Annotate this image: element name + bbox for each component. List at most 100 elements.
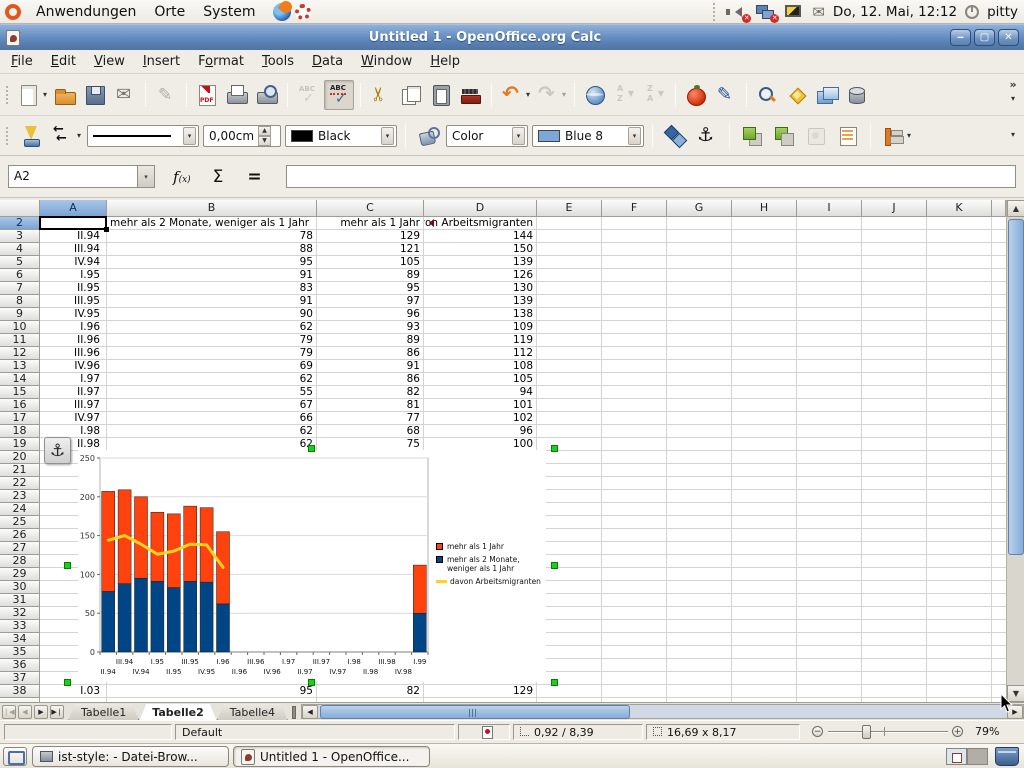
- task-button-2[interactable]: Untitled 1 - OpenOffice...: [233, 746, 430, 767]
- cell-D15[interactable]: 94: [424, 386, 536, 399]
- column-header-A[interactable]: A: [40, 200, 107, 217]
- save-button[interactable]: [81, 81, 109, 109]
- selection-handle[interactable]: [64, 679, 71, 686]
- rotate-button[interactable]: [661, 122, 689, 150]
- minimize-button[interactable]: ‒: [950, 29, 971, 46]
- zoom-slider-track[interactable]: [828, 731, 948, 733]
- find-replace-button[interactable]: [753, 81, 781, 109]
- select-all-corner[interactable]: [0, 200, 40, 217]
- cell-D9[interactable]: 138: [424, 308, 536, 321]
- cell-C16[interactable]: 81: [317, 399, 423, 412]
- zoom-slider-thumb[interactable]: [862, 725, 871, 739]
- display-icon[interactable]: [784, 3, 804, 21]
- toolbar-overflow-arrow[interactable]: ▾: [1005, 92, 1021, 106]
- cell-B9[interactable]: 90: [107, 308, 316, 321]
- vertical-scrollbar[interactable]: ▲ ▼: [1006, 200, 1024, 702]
- selection-handle[interactable]: [551, 562, 558, 569]
- cell-B4[interactable]: 88: [107, 243, 316, 256]
- zoom-in-button[interactable]: +: [952, 726, 963, 737]
- cell-D17[interactable]: 102: [424, 412, 536, 425]
- arrow-style-button[interactable]: ▾: [49, 122, 83, 150]
- cell-A10[interactable]: I.96: [40, 321, 106, 334]
- line-style-combo[interactable]: ▾: [87, 125, 199, 147]
- ubuntu-logo-icon[interactable]: [5, 4, 21, 20]
- cell-B38[interactable]: 95: [107, 685, 316, 698]
- toolbar-grip[interactable]: [6, 86, 11, 104]
- next-sheet-button[interactable]: ▶: [34, 705, 48, 719]
- chart-anchor-icon[interactable]: ⚓: [44, 437, 71, 464]
- cell-B2[interactable]: mehr als 2 Monate, weniger als 1 Jahr: [107, 217, 316, 230]
- zoom-out-button[interactable]: −: [812, 726, 823, 737]
- cell-B8[interactable]: 91: [107, 295, 316, 308]
- cell-C15[interactable]: 82: [317, 386, 423, 399]
- cell-B18[interactable]: 62: [107, 425, 316, 438]
- cell-C18[interactable]: 68: [317, 425, 423, 438]
- cell-D3[interactable]: 144: [424, 230, 536, 243]
- scroll-right-button[interactable]: ▶: [1007, 705, 1023, 719]
- selection-handle[interactable]: [551, 445, 558, 452]
- column-header-F[interactable]: F: [602, 200, 667, 217]
- tab-split-handle[interactable]: [292, 706, 296, 719]
- network-icon[interactable]: ✕: [756, 3, 776, 21]
- line-width-spin-buttons[interactable]: ▲▼: [258, 126, 271, 146]
- cell-B16[interactable]: 67: [107, 399, 316, 412]
- cell-B13[interactable]: 69: [107, 360, 316, 373]
- cell-C11[interactable]: 89: [317, 334, 423, 347]
- cell-A5[interactable]: IV.94: [40, 256, 106, 269]
- copy-button[interactable]: [397, 81, 425, 109]
- show-desktop-button[interactable]: [3, 747, 27, 766]
- dropdown-arrow-icon[interactable]: ▾: [526, 90, 530, 99]
- print-button[interactable]: [223, 81, 251, 109]
- cell-A13[interactable]: IV.96: [40, 360, 106, 373]
- export-pdf-button[interactable]: [193, 81, 221, 109]
- column-header-D[interactable]: D: [424, 200, 537, 217]
- tray-grip[interactable]: [713, 3, 718, 21]
- toolbar-grip-2[interactable]: [6, 127, 11, 145]
- line-tool-button[interactable]: [17, 122, 45, 150]
- insert-chart-button[interactable]: [682, 81, 710, 109]
- vertical-scrollbar-thumb[interactable]: [1008, 219, 1024, 555]
- cell-B14[interactable]: 62: [107, 373, 316, 386]
- edit-file-button[interactable]: [152, 81, 180, 109]
- fill-color-combo[interactable]: Blue 8 ▾: [532, 125, 644, 147]
- cell-D2[interactable]: davon Arbeitsmigranten: [424, 217, 536, 230]
- cell-A4[interactable]: III.94: [40, 243, 106, 256]
- fill-color-dropdown[interactable]: ▾: [628, 127, 641, 145]
- line-color-dropdown[interactable]: ▾: [381, 127, 394, 145]
- cell-A11[interactable]: II.96: [40, 334, 106, 347]
- cell-D38[interactable]: 129: [424, 685, 536, 698]
- panel-menu-anwendungen[interactable]: Anwendungen: [27, 2, 145, 22]
- trash-icon[interactable]: [995, 747, 1019, 766]
- function-wizard-button[interactable]: f(x): [173, 168, 191, 186]
- cell-cursor[interactable]: [39, 216, 107, 230]
- cell-C6[interactable]: 89: [317, 269, 423, 282]
- cell-D4[interactable]: 150: [424, 243, 536, 256]
- menu-help[interactable]: Help: [421, 51, 469, 72]
- size-field[interactable]: 16,69 x 8,17: [646, 724, 800, 740]
- scroll-down-button[interactable]: ▼: [1007, 685, 1024, 702]
- position-field[interactable]: 0,92 / 8,39: [513, 724, 643, 740]
- cell-A3[interactable]: II.94: [40, 230, 106, 243]
- column-header-H[interactable]: H: [732, 200, 797, 217]
- sheet-tab-tabelle1[interactable]: Tabelle1: [68, 704, 139, 721]
- object-toolbar-overflow[interactable]: ▾: [1005, 128, 1021, 142]
- column-header-C[interactable]: C: [317, 200, 424, 217]
- workspace-2[interactable]: [967, 748, 988, 765]
- column-header-I[interactable]: I: [797, 200, 862, 217]
- undo-button[interactable]: ▾: [498, 81, 532, 109]
- data-sources-button[interactable]: [843, 81, 871, 109]
- cell-A17[interactable]: IV.97: [40, 412, 106, 425]
- column-header-E[interactable]: E: [537, 200, 602, 217]
- menu-insert[interactable]: Insert: [134, 51, 189, 72]
- selection-handle[interactable]: [64, 562, 71, 569]
- cell-D10[interactable]: 109: [424, 321, 536, 334]
- open-folder-button[interactable]: [51, 81, 79, 109]
- cell-A7[interactable]: II.95: [40, 282, 106, 295]
- cell-D18[interactable]: 96: [424, 425, 536, 438]
- scroll-up-button[interactable]: ▲: [1007, 200, 1024, 217]
- formula-input-line[interactable]: [286, 165, 1016, 188]
- cell-B7[interactable]: 83: [107, 282, 316, 295]
- sum-button[interactable]: Σ: [213, 167, 224, 187]
- document-modified-icon[interactable]: [482, 726, 493, 739]
- name-box-dropdown[interactable]: ▾: [138, 165, 155, 188]
